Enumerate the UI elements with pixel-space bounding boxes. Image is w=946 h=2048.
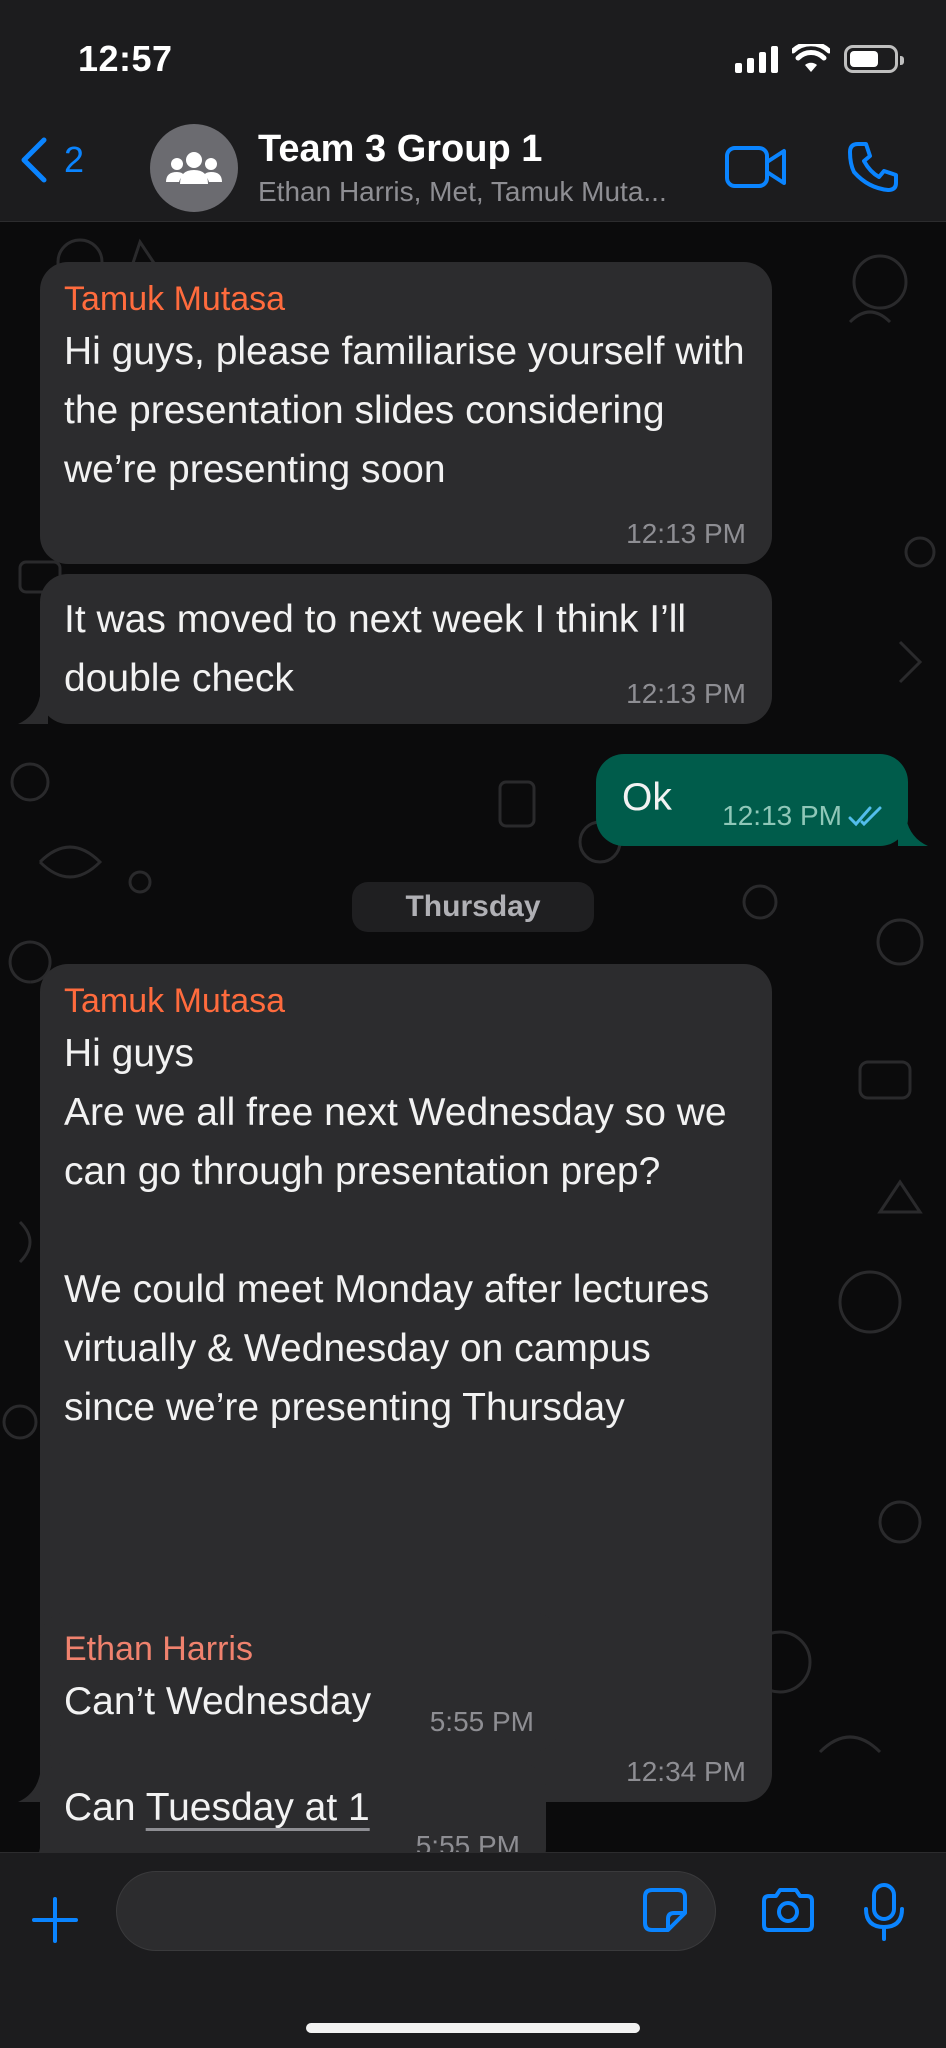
voice-call-button[interactable] <box>846 140 900 199</box>
chevron-left-icon <box>21 137 47 183</box>
camera-button[interactable] <box>760 1887 816 1938</box>
message-time: 12:13 PM <box>626 518 746 549</box>
group-avatar[interactable] <box>150 124 238 212</box>
bubble-tail <box>898 818 928 846</box>
message-text-prefix: Can <box>64 1786 146 1829</box>
message-bubble[interactable]: Tamuk Mutasa Hi guys, please familiarise… <box>40 262 772 564</box>
microphone-icon <box>864 1883 904 1941</box>
message-bubble[interactable]: It was moved to next week I think I’ll d… <box>40 574 772 724</box>
attach-button[interactable] <box>30 1895 80 1950</box>
home-indicator <box>306 2023 640 2033</box>
message-sender: Ethan Harris <box>64 1630 253 1668</box>
status-icons <box>735 44 904 74</box>
message-time: 5:55 PM <box>415 1830 520 1852</box>
message-time-text: 12:13 PM <box>722 800 842 831</box>
signal-icon <box>735 45 778 73</box>
message-text: Hi guys Are we all free next Wednesday s… <box>64 1032 727 1429</box>
message-bubble[interactable]: Can Tuesday at 1 5:55 PM <box>40 1762 546 1852</box>
date-link[interactable]: Tuesday at 1 <box>146 1786 370 1829</box>
message-text: Can Tuesday at 1 <box>64 1778 522 1837</box>
message-text: Hi guys, please familiarise yourself wit… <box>64 330 756 491</box>
double-check-icon <box>848 806 882 827</box>
message-time: 5:55 PM <box>429 1706 534 1737</box>
status-bar: 12:57 <box>0 0 946 112</box>
input-bar <box>0 1852 946 2048</box>
chat-header: 2 Team 3 Group 1 Ethan Harris, Met, Tamu… <box>0 112 946 222</box>
camera-icon <box>762 1888 814 1932</box>
video-camera-icon <box>725 146 786 188</box>
chat-members[interactable]: Ethan Harris, Met, Tamuk Muta... <box>258 176 698 208</box>
message-input[interactable] <box>117 1872 715 1950</box>
message-input-field[interactable] <box>116 1871 716 1951</box>
microphone-button[interactable] <box>862 1883 906 1946</box>
date-separator: Thursday <box>352 882 594 932</box>
message-bubble-outgoing[interactable]: Ok 12:13 PM <box>596 754 908 846</box>
message-sender: Tamuk Mutasa <box>64 982 286 1020</box>
message-time: 12:13 PM <box>626 678 746 709</box>
group-people-icon <box>166 152 222 184</box>
wifi-icon <box>792 44 830 72</box>
message-time: 12:34 PM <box>626 1756 746 1787</box>
message-list[interactable]: Tamuk Mutasa Hi guys, please familiarise… <box>0 222 946 1852</box>
sticker-icon <box>643 1888 687 1932</box>
message-text: Ok <box>622 776 672 819</box>
message-bubble[interactable]: Ethan Harris Can’t Wednesday 5:55 PM <box>40 1612 560 1752</box>
phone-icon <box>848 142 898 192</box>
chat-title[interactable]: Team 3 Group 1 <box>258 128 542 171</box>
status-time: 12:57 <box>78 38 173 79</box>
plus-icon <box>32 1897 78 1943</box>
message-sender: Tamuk Mutasa <box>64 280 286 318</box>
unread-count: 2 <box>64 139 85 180</box>
message-time: 12:13 PM <box>722 800 886 832</box>
sticker-button[interactable] <box>642 1887 688 1938</box>
video-call-button[interactable] <box>724 144 788 195</box>
chat-screen: 12:57 2 Team 3 Group 1 Ethan Harris, Met… <box>0 0 946 2048</box>
battery-icon <box>844 45 904 73</box>
back-button[interactable]: 2 <box>18 136 84 184</box>
bubble-tail <box>18 696 48 724</box>
